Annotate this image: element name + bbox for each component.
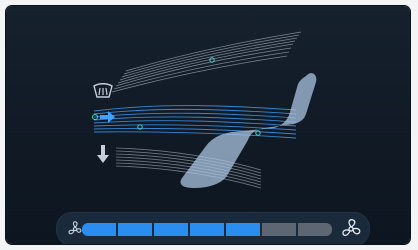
face-airflow-lines (93, 105, 297, 139)
air-particle-markers (137, 57, 261, 136)
fan-speed-segment[interactable] (118, 223, 152, 236)
fan-speed-segment[interactable] (190, 223, 224, 236)
fan-speed-segment[interactable] (262, 223, 296, 236)
feet-vent-arrow-icon[interactable] (96, 144, 110, 164)
windshield-defrost-icon[interactable] (92, 82, 114, 100)
climate-screen (6, 6, 410, 244)
face-vent-arrow-icon[interactable] (92, 110, 116, 124)
seat-silhouette (180, 73, 317, 188)
fan-speed-segment[interactable] (154, 223, 188, 236)
fan-large-icon[interactable] (341, 219, 361, 239)
fan-speed-segment[interactable] (226, 223, 260, 236)
fan-speed-segments (82, 223, 332, 236)
fan-speed-segment[interactable] (82, 223, 116, 236)
fan-speed-segment[interactable] (298, 223, 332, 236)
fan-speed-bar (56, 212, 370, 244)
defrost-airflow-lines (111, 31, 302, 93)
airflow-visual (93, 31, 317, 189)
